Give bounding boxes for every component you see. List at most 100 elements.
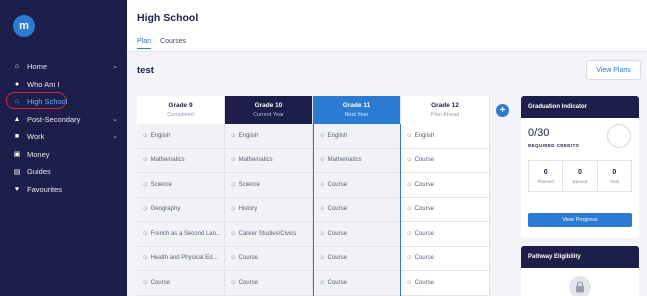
course-bullet-icon: ⊙ [231, 157, 236, 164]
course-cell[interactable]: ⊙ Course [401, 173, 489, 198]
course-cell[interactable]: ⊙ Course [314, 247, 400, 271]
stat-planned: 0 Planned [529, 161, 564, 191]
course-cell[interactable]: ⊙ Course [314, 271, 400, 296]
course-cell[interactable]: ⊙ Course [314, 198, 400, 222]
course-bullet-icon: ⊙ [231, 181, 236, 188]
course-name: Course [238, 255, 258, 262]
course-bullet-icon: ⊙ [231, 132, 236, 139]
course-cell[interactable]: ⊙ Course [225, 247, 312, 271]
tab-plan[interactable]: Plan [137, 38, 152, 49]
course-cell[interactable]: ⊙ Course [401, 271, 489, 296]
course-bullet-icon: ⊙ [143, 206, 148, 213]
course-bullet-icon: ⊙ [231, 230, 236, 237]
course-cell[interactable]: ⊙ English [401, 124, 489, 149]
course-cell[interactable]: ⊙ Science [137, 173, 224, 198]
course-name: Mathematics [150, 157, 185, 164]
credits-count: 0/30 [528, 127, 550, 139]
grade-label: Grade 9 [168, 102, 193, 109]
sidebar: m ⌂ Home ⌄ ● Who Am I ⌂ High School ▲ Po… [0, 0, 127, 296]
course-cell[interactable]: ⊙ English [137, 124, 224, 149]
progress-ring [607, 124, 631, 148]
chevron-down-icon[interactable]: ⌄ [112, 115, 118, 123]
tab-bar: Plan Courses [137, 38, 186, 49]
sidebar-nav: ⌂ Home ⌄ ● Who Am I ⌂ High School ▲ Post… [0, 58, 127, 198]
course-bullet-icon: ⊙ [407, 157, 412, 164]
course-name: Geography [150, 206, 181, 213]
sidebar-item-work[interactable]: ■ Work ⌄ [0, 128, 127, 146]
grade-column-9: ⊙ English ⊙ Mathematics ⊙ Science ⊙ Geograph… [137, 124, 225, 296]
course-cell[interactable]: ⊙ Course [314, 222, 400, 247]
course-name: Career Studies/Civics [238, 230, 297, 237]
course-cell[interactable]: ⊙ Course [401, 149, 489, 173]
course-name: French as a Second Lan... [150, 230, 221, 237]
plus-icon: + [499, 104, 506, 116]
course-cell[interactable]: ⊙ Course [314, 173, 400, 198]
course-cell[interactable]: ⊙ History [225, 198, 312, 222]
sidebar-item-label: Favourites [27, 184, 63, 194]
grade-header-12[interactable]: Grade 12 Plan Ahead [401, 96, 490, 124]
course-name: Mathematics [327, 157, 362, 164]
course-name: Course [327, 279, 347, 286]
course-name: English [414, 132, 435, 139]
chevron-down-icon[interactable]: ⌄ [112, 132, 118, 140]
grade-label: Grade 12 [431, 102, 459, 109]
course-name: Course [414, 230, 434, 237]
page-title: High School [137, 12, 199, 24]
course-bullet-icon: ⊙ [231, 255, 236, 262]
course-name: Course [327, 255, 347, 262]
plan-grid: Grade 9 Completed Grade 10 Current Year … [137, 96, 490, 296]
course-cell[interactable]: ⊙ Mathematics [225, 149, 312, 173]
home-icon: ⌂ [14, 63, 20, 71]
sidebar-item-money[interactable]: ▣ Money [0, 146, 127, 164]
course-name: Course [414, 279, 434, 286]
course-cell[interactable]: ⊙ Course [401, 247, 489, 271]
course-cell[interactable]: ⊙ Health and Physical Ed... [137, 247, 224, 271]
course-name: English [150, 132, 171, 139]
course-cell[interactable]: ⊙ Mathematics [314, 149, 400, 173]
grade-header-10[interactable]: Grade 10 Current Year [225, 96, 313, 124]
course-name: English [238, 132, 259, 139]
course-cell[interactable]: ⊙ English [314, 124, 400, 149]
sidebar-item-post-secondary[interactable]: ▲ Post-Secondary ⌄ [0, 111, 127, 129]
tab-courses[interactable]: Courses [160, 38, 186, 49]
course-cell[interactable]: ⊙ Career Studies/Civics [225, 222, 312, 247]
sidebar-item-who-am-i[interactable]: ● Who Am I [0, 76, 127, 94]
course-bullet-icon: ⊙ [407, 230, 412, 237]
lock-icon [569, 276, 591, 296]
course-cell[interactable]: ⊙ Course [401, 198, 489, 222]
course-cell[interactable]: ⊙ Science [225, 173, 312, 198]
sidebar-item-home[interactable]: ⌂ Home ⌄ [0, 58, 127, 76]
course-bullet-icon: ⊙ [320, 157, 325, 164]
course-bullet-icon: ⊙ [143, 279, 148, 286]
course-bullet-icon: ⊙ [407, 132, 412, 139]
course-cell[interactable]: ⊙ Geography [137, 198, 224, 222]
chevron-down-icon[interactable]: ⌄ [112, 62, 118, 70]
course-name: Health and Physical Ed... [150, 255, 218, 262]
course-cell[interactable]: ⊙ Course [137, 271, 224, 296]
sidebar-item-guides[interactable]: ▤ Guides [0, 163, 127, 181]
course-cell[interactable]: ⊙ Course [225, 271, 312, 296]
course-name: Course [238, 279, 258, 286]
course-name: Course [414, 181, 434, 188]
sidebar-item-favourites[interactable]: ♥ Favourites [0, 181, 127, 199]
course-bullet-icon: ⊙ [143, 181, 148, 188]
course-cell[interactable]: ⊙ French as a Second Lan... [137, 222, 224, 247]
add-grade-button[interactable]: + [496, 104, 509, 117]
course-bullet-icon: ⊙ [407, 255, 412, 262]
course-bullet-icon: ⊙ [320, 181, 325, 188]
course-bullet-icon: ⊙ [231, 206, 236, 213]
graduation-indicator-panel: Graduation Indicator 0/30 REQUIRED CREDI… [521, 96, 639, 238]
view-plans-button[interactable]: View Plans [586, 60, 641, 80]
grade-header-9[interactable]: Grade 9 Completed [137, 96, 225, 124]
app-logo[interactable]: m [13, 15, 35, 37]
course-bullet-icon: ⊙ [320, 132, 325, 139]
view-progress-button[interactable]: View Progress [528, 213, 632, 227]
course-cell[interactable]: ⊙ English [225, 124, 312, 149]
course-name: Course [327, 181, 347, 188]
course-bullet-icon: ⊙ [407, 181, 412, 188]
grade-header-11[interactable]: Grade 11 Next Year [313, 96, 401, 124]
grade-column-12: ⊙ English ⊙ Course ⊙ Course ⊙ Course ⊙ Course… [401, 124, 490, 296]
heart-icon: ♥ [14, 185, 20, 193]
course-cell[interactable]: ⊙ Mathematics [137, 149, 224, 173]
course-cell[interactable]: ⊙ Course [401, 222, 489, 247]
